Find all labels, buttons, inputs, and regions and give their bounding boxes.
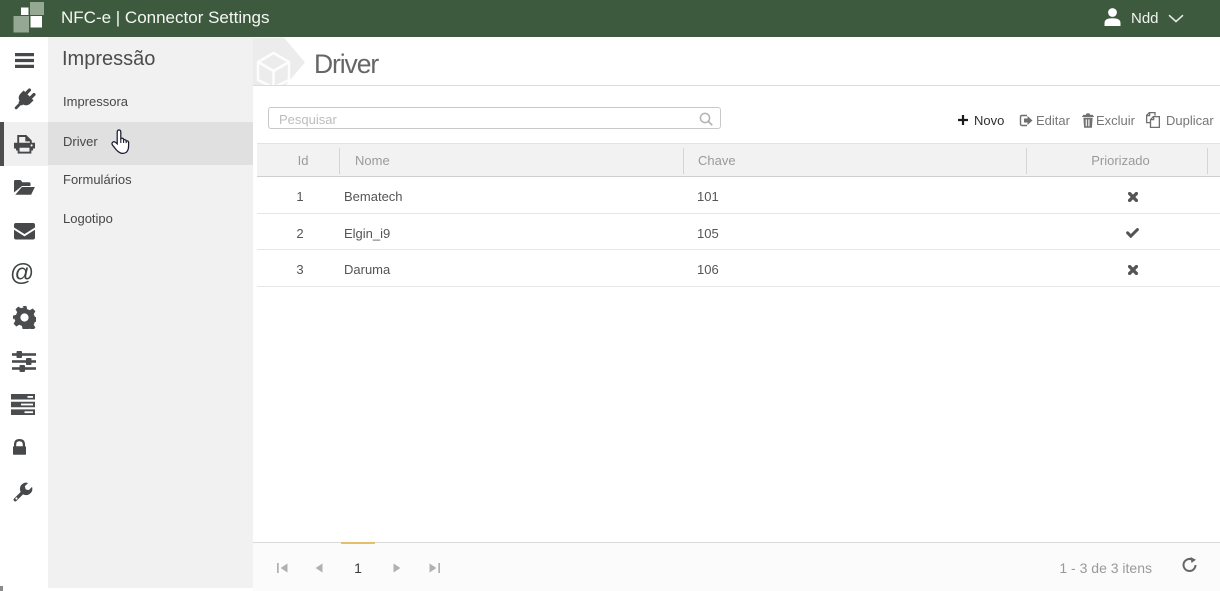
svg-text:@: @ [9, 261, 33, 287]
